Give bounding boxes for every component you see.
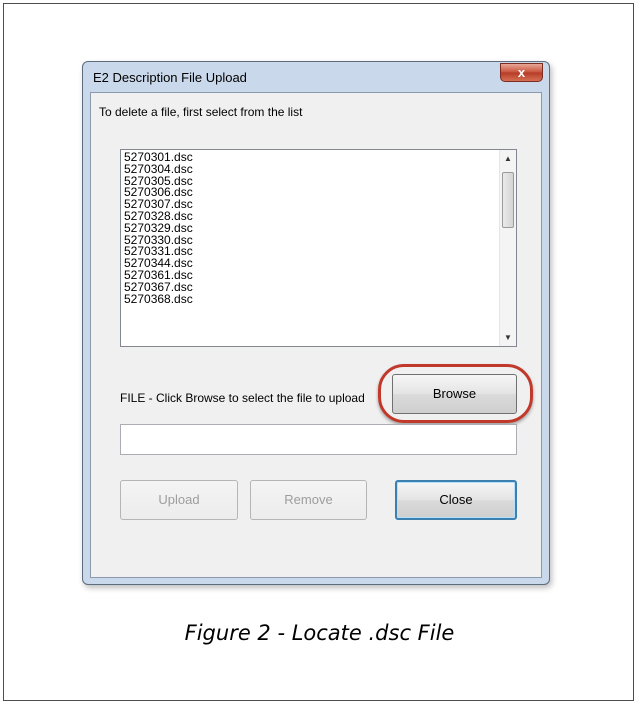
file-path-field[interactable] xyxy=(120,424,517,455)
file-list: 5270301.dsc 5270304.dsc 5270305.dsc 5270306… xyxy=(124,151,494,306)
scroll-down-icon[interactable]: ▼ xyxy=(500,329,516,346)
close-button[interactable]: Close xyxy=(395,480,517,520)
browse-highlight-ring xyxy=(378,364,533,423)
dialog-content: To delete a file, first select from the … xyxy=(82,61,550,585)
upload-button[interactable]: Upload xyxy=(120,480,238,520)
list-scrollbar[interactable]: ▲ ▼ xyxy=(499,150,516,346)
file-upload-label: FILE - Click Browse to select the file t… xyxy=(120,391,365,405)
scroll-up-icon[interactable]: ▲ xyxy=(500,150,516,167)
remove-button[interactable]: Remove xyxy=(250,480,367,520)
scroll-thumb[interactable] xyxy=(502,172,514,228)
figure-caption: Figure 2 - Locate .dsc File xyxy=(184,621,455,645)
list-item[interactable]: 5270368.dsc xyxy=(124,293,494,306)
instructions-label: To delete a file, first select from the … xyxy=(99,105,303,119)
file-listbox[interactable]: 5270301.dsc 5270304.dsc 5270305.dsc 5270306… xyxy=(120,149,517,347)
